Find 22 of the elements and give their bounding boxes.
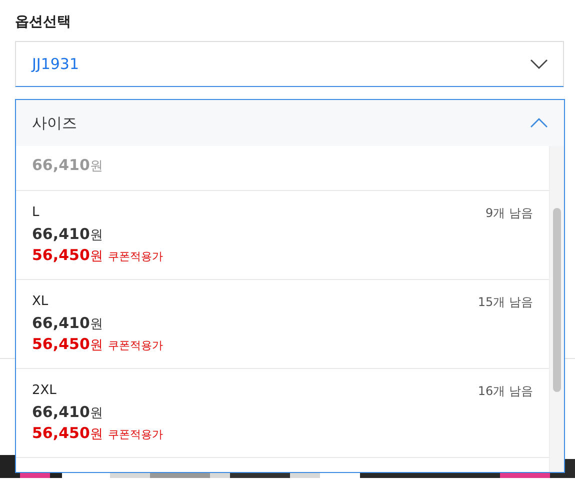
option-name: L <box>32 205 40 222</box>
section-title: 옵션선택 <box>14 13 72 32</box>
scrollbar-thumb[interactable] <box>553 208 561 392</box>
option-price: 66,410원 <box>32 225 103 244</box>
stock-count: 16개 남음 <box>478 383 533 400</box>
size-dropdown-header[interactable]: 사이즈 <box>16 100 564 146</box>
coupon-price: 56,450원 <box>32 335 103 354</box>
coupon-note: 쿠폰적용가 <box>108 338 163 353</box>
option-price: 66,410원 <box>32 156 103 175</box>
option-name: 2XL <box>32 383 56 400</box>
option-price: 66,410원 <box>32 403 103 422</box>
stock-count: 9개 남음 <box>486 205 533 222</box>
stock-count: 15개 남음 <box>478 294 533 311</box>
option-select[interactable]: JJ1931 <box>15 41 564 87</box>
option-price: 66,410원 <box>32 314 103 333</box>
option-name: XL <box>32 294 48 311</box>
chevron-up-icon <box>530 118 548 128</box>
coupon-note: 쿠폰적용가 <box>108 427 163 442</box>
coupon-price: 56,450원 <box>32 246 103 265</box>
coupon-note: 쿠폰적용가 <box>108 249 163 264</box>
coupon-price: 56,450원 <box>32 424 103 443</box>
chevron-down-icon <box>530 59 548 69</box>
